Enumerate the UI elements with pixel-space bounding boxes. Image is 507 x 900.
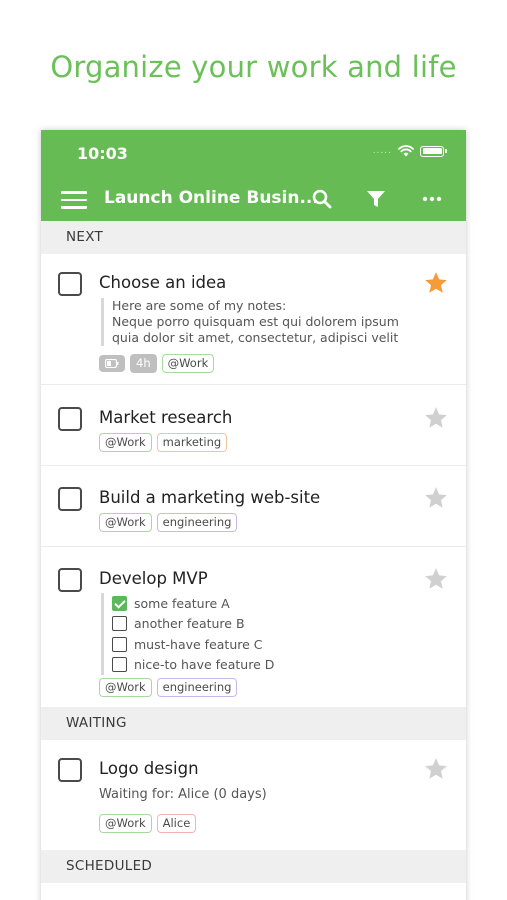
checklist-checkbox[interactable] <box>112 636 127 652</box>
task-tags: 4h @Work <box>99 354 215 373</box>
context-tag[interactable]: @Work <box>99 814 152 833</box>
section-header-scheduled: SCHEDULED <box>41 850 466 883</box>
app-bar: 10:03 ..... Launch Online Busin... <box>41 130 466 221</box>
star-icon[interactable] <box>423 756 449 782</box>
headline: Organize your work and life <box>50 50 457 84</box>
task-checkbox[interactable] <box>58 407 82 431</box>
context-tag[interactable]: @Work <box>99 678 152 697</box>
filter-icon[interactable] <box>364 187 388 211</box>
task-checkbox[interactable] <box>58 568 82 592</box>
task-checkbox[interactable] <box>58 758 82 782</box>
phone-screen: 10:03 ..... Launch Online Busin... NEXT … <box>41 130 466 900</box>
context-tag[interactable]: @Work <box>99 433 152 452</box>
toolbar: Launch Online Busin... <box>41 182 466 216</box>
checklist: some feature A another feature B must-ha… <box>101 593 274 675</box>
task-note: Here are some of my notes: Neque porro q… <box>101 298 401 346</box>
context-tag[interactable]: @Work <box>99 513 152 532</box>
note-line: quia dolor sit amet, consectetur, adipis… <box>112 330 399 345</box>
hamburger-icon[interactable] <box>61 191 87 209</box>
checklist-item[interactable]: another feature B <box>112 614 274 635</box>
checklist-item-label: must-have feature C <box>134 636 263 652</box>
tag-label[interactable]: engineering <box>156 513 238 532</box>
task-tags: @Work marketing <box>99 433 228 452</box>
task-row[interactable]: Logo design Waiting for: Alice (0 days) … <box>41 740 466 850</box>
star-icon[interactable] <box>423 270 449 296</box>
context-tag[interactable]: @Work <box>161 354 215 373</box>
task-row[interactable]: Develop MVP some feature A another featu… <box>41 547 466 707</box>
task-tags: @Work engineering <box>99 513 238 532</box>
task-row[interactable]: Choose an idea Here are some of my notes… <box>41 254 466 385</box>
battery-icon <box>420 145 447 157</box>
checklist-checkbox[interactable] <box>112 657 127 673</box>
checklist-item-label: another feature B <box>134 616 245 632</box>
more-icon[interactable] <box>420 187 444 211</box>
checklist-item[interactable]: some feature A <box>112 593 274 614</box>
checklist-checkbox[interactable] <box>112 616 127 632</box>
status-icons: ..... <box>372 145 447 157</box>
search-icon[interactable] <box>310 187 334 211</box>
checklist-item-label: nice-to have feature D <box>134 657 275 673</box>
checklist-item-label: some feature A <box>134 595 230 611</box>
note-line: Neque porro quisquam est qui dolorem ips… <box>112 314 399 329</box>
task-tags: @Work Alice <box>99 814 197 833</box>
energy-icon <box>99 355 125 372</box>
checklist-checkbox-checked[interactable] <box>112 595 127 611</box>
star-icon[interactable] <box>423 405 449 431</box>
task-row[interactable]: Build a marketing web-site @Work enginee… <box>41 466 466 547</box>
tag-label[interactable]: engineering <box>156 678 238 697</box>
signal-icon: ..... <box>372 146 392 156</box>
task-title: Market research <box>99 408 233 427</box>
task-tags: @Work engineering <box>99 678 238 697</box>
task-title: Choose an idea <box>99 273 227 292</box>
checklist-item[interactable]: must-have feature C <box>112 634 274 655</box>
task-title: Develop MVP <box>99 569 208 588</box>
tag-label[interactable]: marketing <box>156 433 228 452</box>
person-tag[interactable]: Alice <box>156 814 197 833</box>
status-time: 10:03 <box>77 144 128 163</box>
task-row[interactable]: Market research @Work marketing <box>41 385 466 466</box>
checklist-item[interactable]: nice-to have feature D <box>112 655 274 676</box>
project-title: Launch Online Busin... <box>104 188 319 208</box>
duration-badge: 4h <box>130 354 157 373</box>
task-checkbox[interactable] <box>58 272 82 296</box>
section-header-waiting: WAITING <box>41 707 466 740</box>
note-line: Here are some of my notes: <box>112 298 287 313</box>
star-icon[interactable] <box>423 566 449 592</box>
task-checkbox[interactable] <box>58 487 82 511</box>
wifi-icon <box>398 145 414 157</box>
section-header-next: NEXT <box>41 221 466 254</box>
task-title: Build a marketing web-site <box>99 488 321 507</box>
star-icon[interactable] <box>423 485 449 511</box>
waiting-for-text: Waiting for: Alice (0 days) <box>99 787 267 802</box>
task-title: Logo design <box>99 759 199 778</box>
